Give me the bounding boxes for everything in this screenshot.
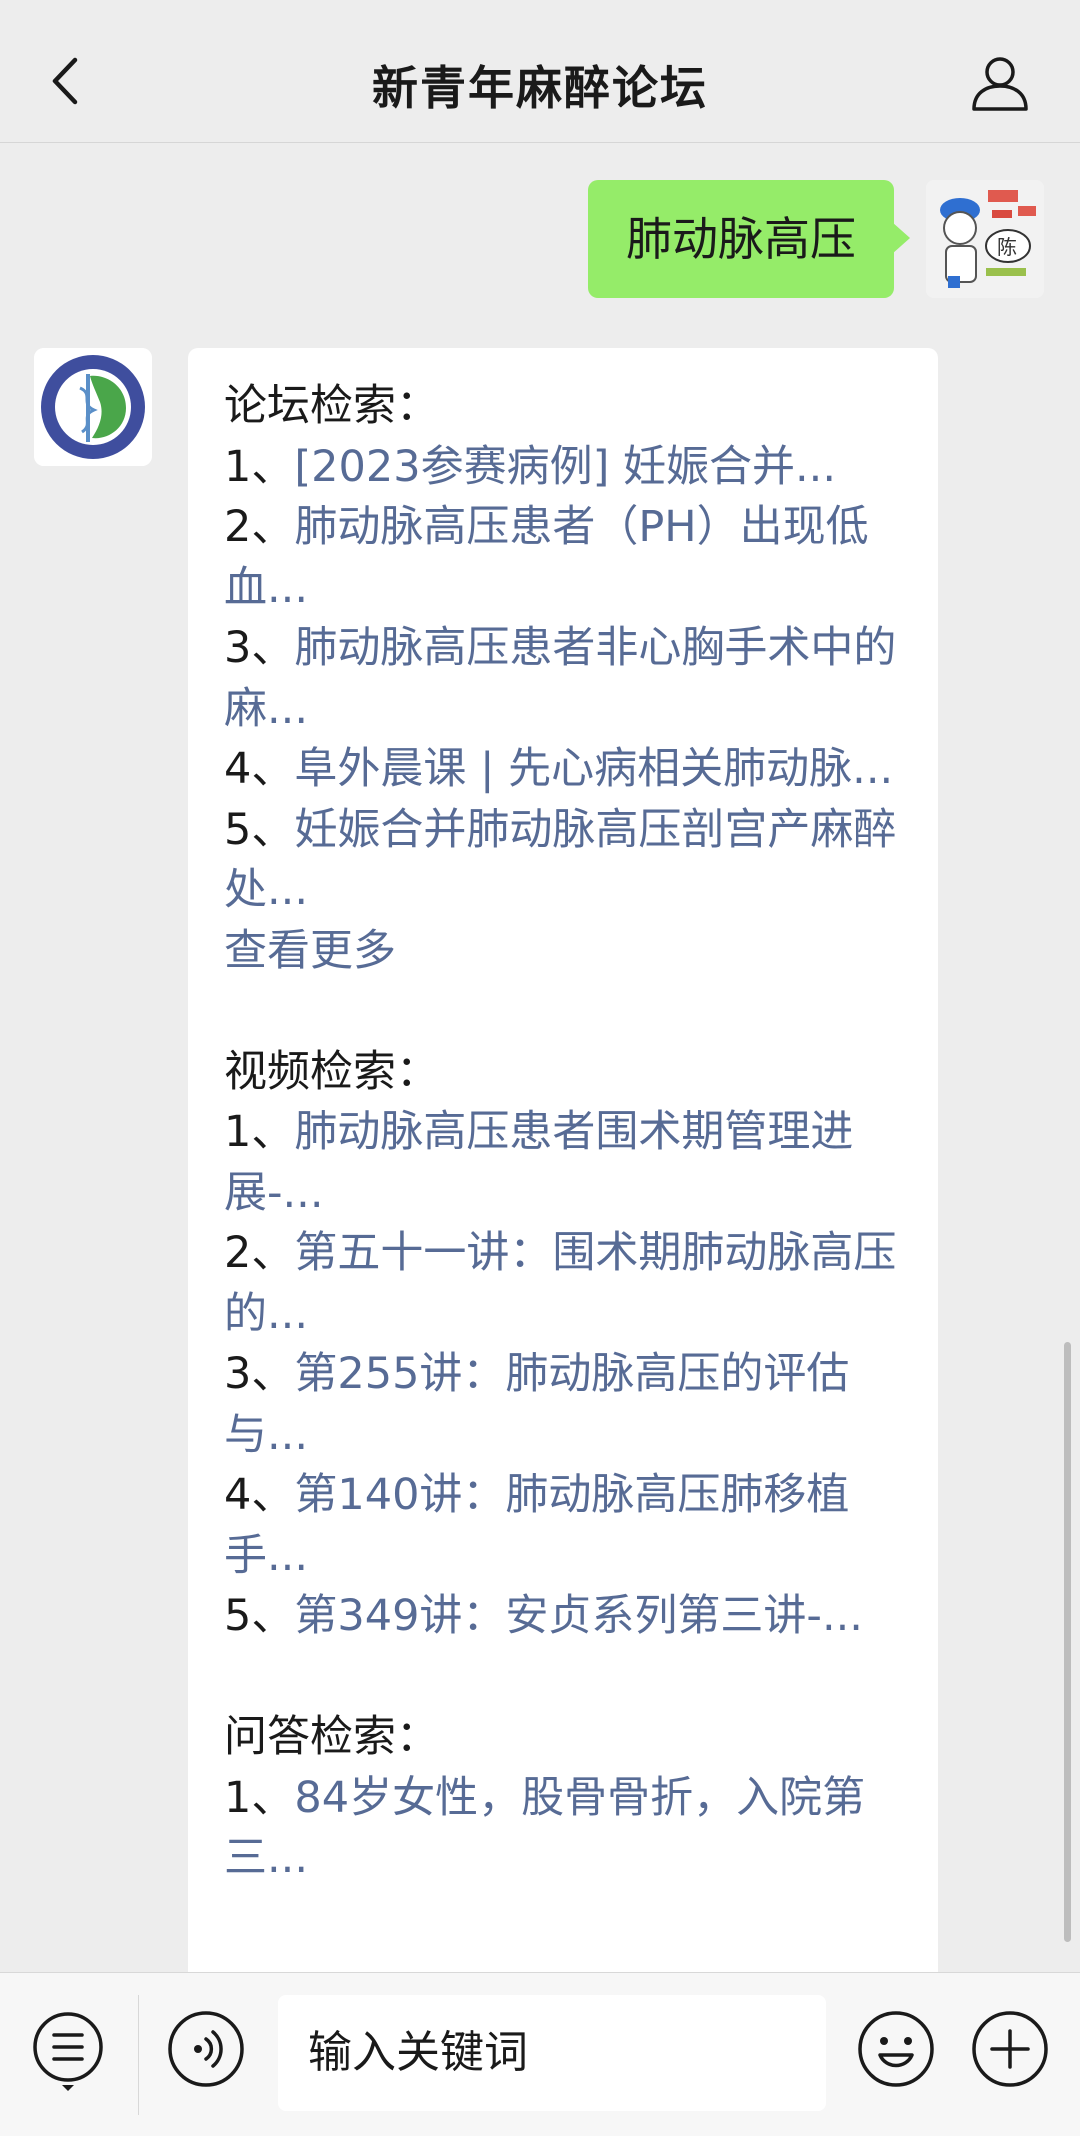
more-actions-button[interactable] [970, 2009, 1050, 2089]
forum-result-item[interactable]: 3、肺动脉高压患者非心胸手术中的麻... [224, 618, 902, 739]
person-icon [972, 57, 1028, 111]
reply-message-bubble: 论坛检索： 1、[2023参赛病例] 妊娠合并... 2、肺动脉高压患者（PH）… [188, 348, 938, 1972]
forum-result-item[interactable]: 1、[2023参赛病例] 妊娠合并... [224, 437, 902, 498]
user-avatar-image: 陈 [926, 180, 1044, 298]
sent-message-bubble[interactable]: 肺动脉高压 [588, 180, 910, 298]
video-result-item[interactable]: 1、肺动脉高压患者围术期管理进展-... [224, 1102, 902, 1223]
forum-logo-image [34, 348, 152, 466]
forum-result-link[interactable]: 肺动脉高压患者非心胸手术中的麻... [224, 623, 896, 734]
forum-result-link[interactable]: 肺动脉高压患者（PH）出现低血... [224, 502, 869, 613]
voice-button[interactable] [166, 2009, 246, 2089]
view-more-link[interactable]: 查看更多 [224, 921, 902, 982]
chat-area[interactable]: 肺动脉高压 陈 论坛检索： 1、[2023参赛病例] 妊娠合并... 2、肺动脉… [0, 142, 1080, 1972]
forum-result-link[interactable]: 妊娠合并肺动脉高压剖宫产麻醉处... [224, 805, 896, 916]
user-avatar[interactable]: 陈 [926, 180, 1044, 298]
keyword-input[interactable]: 输入关键词 [278, 1995, 826, 2111]
video-result-item[interactable]: 2、第五十一讲：围术期肺动脉高压的... [224, 1223, 902, 1344]
video-result-link[interactable]: 肺动脉高压患者围术期管理进展-... [224, 1107, 853, 1218]
qa-result-item[interactable]: 1、84岁女性，股骨骨折，入院第三... [224, 1768, 902, 1889]
page-title: 新青年麻醉论坛 [372, 61, 708, 115]
emoji-icon [858, 2011, 934, 2087]
video-result-item[interactable]: 5、第349讲：安贞系列第三讲-... [224, 1586, 902, 1647]
top-bar: 新青年麻醉论坛 [0, 0, 1080, 143]
plus-icon [972, 2011, 1048, 2087]
emoji-button[interactable] [856, 2009, 936, 2089]
video-result-link[interactable]: 第140讲：肺动脉高压肺移植手... [224, 1470, 849, 1581]
menu-button[interactable] [30, 2009, 106, 2093]
qa-search-heading: 问答检索： [224, 1712, 439, 1762]
footer-divider [138, 1995, 139, 2115]
svg-text:陈: 陈 [997, 235, 1017, 259]
forum-result-item[interactable]: 5、妊娠合并肺动脉高压剖宫产麻醉处... [224, 800, 902, 921]
input-bar: 输入关键词 [0, 1972, 1080, 2136]
video-result-item[interactable]: 4、第140讲：肺动脉高压肺移植手... [224, 1465, 902, 1586]
sent-message-row: 肺动脉高压 陈 [0, 180, 1080, 300]
forum-result-item[interactable]: 2、肺动脉高压患者（PH）出现低血... [224, 497, 902, 618]
chat-scrollbar[interactable] [1064, 1342, 1071, 1942]
voice-icon [168, 2011, 244, 2087]
video-result-item[interactable]: 3、第255讲：肺动脉高压的评估与... [224, 1344, 902, 1465]
video-search-heading: 视频检索： [224, 1046, 439, 1097]
video-result-link[interactable]: 第349讲：安贞系列第三讲-... [294, 1591, 863, 1641]
forum-search-heading: 论坛检索： [224, 381, 439, 431]
forum-result-item[interactable]: 4、阜外晨课 | 先心病相关肺动脉... [224, 739, 902, 800]
forum-result-link[interactable]: 阜外晨课 | 先心病相关肺动脉... [294, 744, 893, 794]
menu-list-icon [33, 2012, 103, 2091]
video-result-link[interactable]: 第五十一讲：围术期肺动脉高压的... [224, 1228, 896, 1339]
forum-avatar[interactable] [34, 348, 152, 466]
qa-result-link[interactable]: 84岁女性，股骨骨折，入院第三... [224, 1773, 865, 1884]
video-result-link[interactable]: 第255讲：肺动脉高压的评估与... [224, 1349, 849, 1460]
forum-result-link[interactable]: [2023参赛病例] 妊娠合并... [294, 442, 836, 492]
profile-button[interactable] [960, 48, 1040, 118]
